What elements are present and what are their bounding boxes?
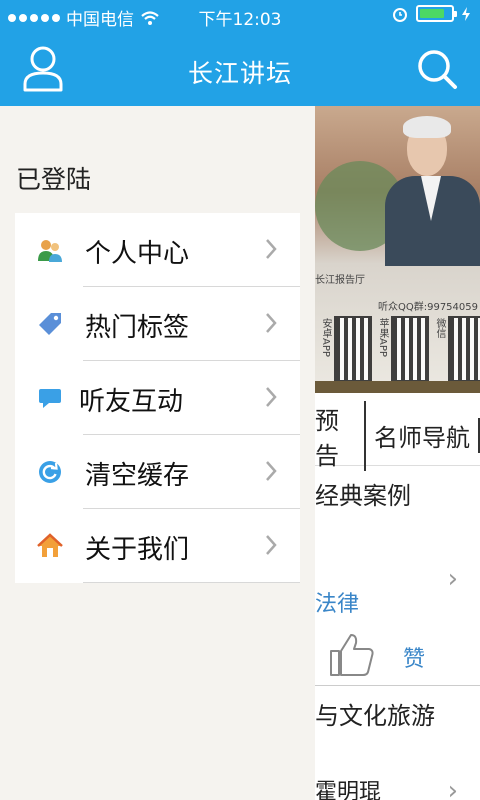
banner-hall-caption: 长江报告厅 [315, 275, 365, 286]
menu-item-label: 热门标签 [85, 313, 190, 343]
chevron-right-icon [266, 461, 277, 481]
qr-label-ios: 苹果APP [377, 318, 388, 357]
alarm-icon [393, 7, 407, 22]
chevron-right-icon [266, 313, 277, 333]
menu-item-clear-cache[interactable]: 清空缓存 [15, 435, 300, 509]
menu-item-label: 听友互动 [79, 387, 184, 417]
tab-preview[interactable]: 预告 [315, 400, 366, 471]
qr-code-row: 安卓APP 苹果APP 微信 [315, 316, 480, 382]
menu-item-label: 清空缓存 [85, 461, 190, 491]
menu-item-hot-tags[interactable]: 热门标签 [15, 287, 300, 361]
user-center-icon [38, 240, 62, 262]
main-tabs: 预告 名师导航 [315, 400, 480, 471]
drawer-menu: 个人中心 热门标签 听友互动 清空缓存 关于我们 [15, 213, 300, 583]
chevron-right-icon: › [447, 776, 458, 800]
qr-label-wechat: 微信 [434, 318, 445, 338]
side-drawer: 已登陆 个人中心 热门标签 听友互动 清空缓存 关于我们 [0, 106, 315, 800]
status-bar: 中国电信 下午12:03 [0, 0, 480, 32]
chevron-right-icon [266, 387, 277, 407]
tag-icon [39, 313, 61, 335]
nav-bar: 长江讲坛 [0, 32, 480, 106]
menu-item-label: 个人中心 [85, 239, 190, 269]
banner-qq-group: 听众QQ群:99754059 [377, 302, 478, 313]
menu-item-personal-center[interactable]: 个人中心 [15, 213, 300, 287]
login-status: 已登陆 [16, 165, 92, 194]
section-title-culture: 与文化旅游 [315, 702, 435, 730]
banner-image[interactable]: 长江报告厅 听众QQ群:99754059 安卓APP 苹果APP 微信 [315, 106, 480, 393]
list-item-link[interactable]: 法律 [315, 586, 359, 618]
chevron-right-icon [266, 239, 277, 259]
qr-code-wechat [448, 316, 480, 382]
list-item[interactable]: 霍明琨 › [315, 766, 480, 800]
search-button[interactable] [414, 44, 460, 94]
page-title: 长江讲坛 [187, 59, 292, 88]
chevron-right-icon [266, 535, 277, 555]
home-icon [37, 533, 63, 557]
refresh-icon [39, 461, 61, 483]
chevron-right-icon: › [447, 564, 458, 594]
menu-item-about-us[interactable]: 关于我们 [15, 509, 300, 583]
charging-icon [462, 6, 470, 21]
like-label[interactable]: 赞 [403, 641, 425, 673]
like-bar: 赞 [315, 621, 480, 686]
menu-item-label: 关于我们 [85, 535, 190, 565]
section-title-cases: 经典案例 [315, 482, 411, 510]
menu-item-interaction[interactable]: 听友互动 [15, 361, 300, 435]
qr-code-ios [391, 316, 429, 382]
thumbs-up-icon[interactable] [327, 631, 377, 677]
qr-label-android: 安卓APP [320, 318, 331, 357]
list-item-text: 霍明琨 [315, 780, 382, 800]
qr-code-android [334, 316, 372, 382]
battery-icon [416, 5, 457, 22]
app-header: 中国电信 下午12:03 长江讲坛 [0, 0, 480, 106]
tab-teachers[interactable]: 名师导航 [366, 418, 480, 453]
chat-bubble-icon [39, 389, 61, 408]
list-item[interactable]: 法律 › [315, 546, 480, 626]
